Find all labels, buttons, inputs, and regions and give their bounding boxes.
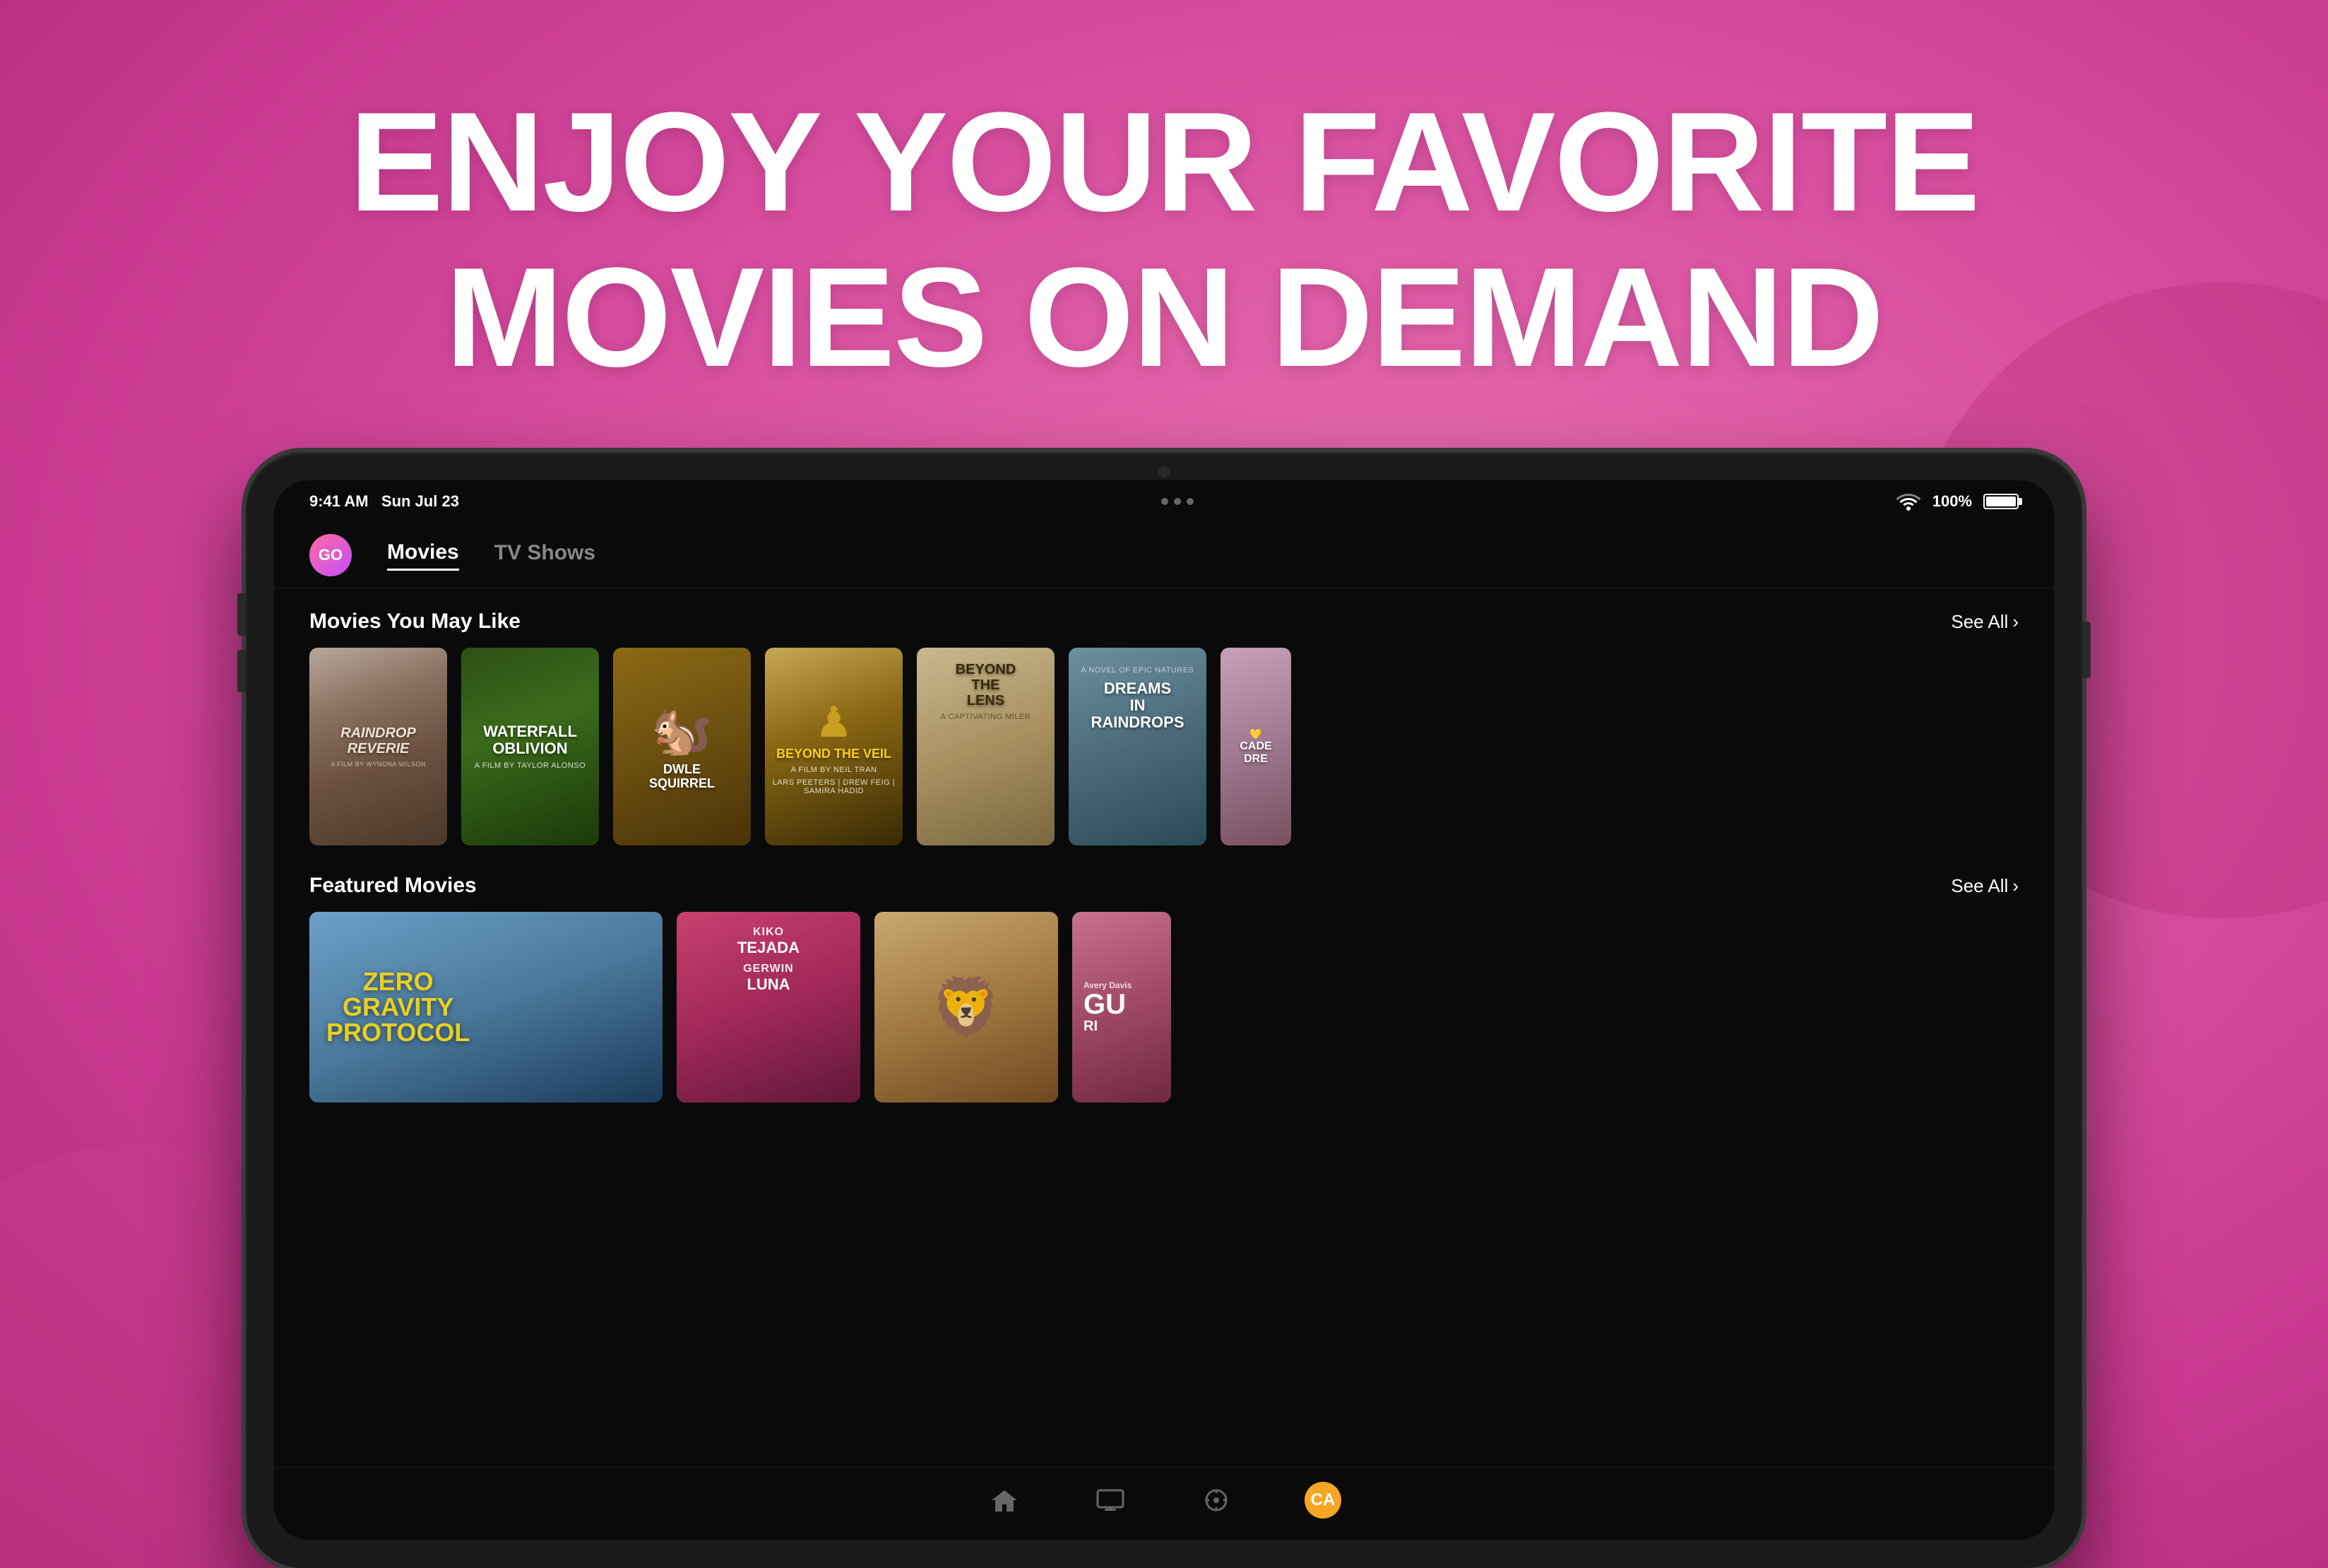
- volume-up-button[interactable]: [237, 593, 246, 636]
- tablet-device: 9:41 AM Sun Jul 23: [246, 452, 2082, 1568]
- movies-you-may-like-header: Movies You May Like See All ›: [309, 610, 2019, 634]
- tablet-screen: 9:41 AM Sun Jul 23: [274, 480, 2054, 1540]
- movie-card-cade[interactable]: 💛 CADEDRE: [1221, 648, 1291, 845]
- bottom-nav-profile[interactable]: CA: [1305, 1482, 1341, 1519]
- dot1: [1161, 498, 1168, 505]
- movies-you-may-like-title: Movies You May Like: [309, 610, 521, 634]
- movie-card-beyond-veil[interactable]: ♟ BEYOND THE VEIL A FILM BY NEIL TRAN LA…: [765, 648, 903, 845]
- featured-card-lion[interactable]: 🦁: [874, 912, 1058, 1103]
- bottom-nav-home[interactable]: [987, 1483, 1022, 1518]
- featured-card-kiko[interactable]: KIKO TEJADA GERWIN LUNA: [677, 912, 860, 1103]
- dot3: [1187, 498, 1194, 505]
- status-bar: 9:41 AM Sun Jul 23: [274, 480, 2054, 523]
- featured-card-zero-gravity[interactable]: ZEROGRAVITYPROTOCOL: [309, 912, 663, 1103]
- front-camera: [1158, 466, 1170, 477]
- power-button[interactable]: [2082, 622, 2091, 678]
- see-all-movies-button[interactable]: See All ›: [1951, 611, 2019, 633]
- wifi-icon: [1896, 492, 1921, 511]
- featured-movies-title: Featured Movies: [309, 874, 477, 898]
- hero-line2: MOVIES ON DEMAND: [446, 239, 1883, 396]
- movies-icon: [1199, 1483, 1234, 1518]
- see-all-featured-button[interactable]: See All ›: [1951, 875, 2019, 897]
- volume-down-button[interactable]: [237, 650, 246, 692]
- featured-movies-row: ZEROGRAVITYPROTOCOL KIKO TEJADA GERWIN L…: [309, 912, 2019, 1103]
- tablet-frame: 9:41 AM Sun Jul 23: [246, 452, 2082, 1568]
- dot2: [1174, 498, 1181, 505]
- movie-card-raindrop[interactable]: RaindropReverie A FILM BY WYNONA WILSON: [309, 648, 447, 845]
- battery-percent: 100%: [1932, 492, 1972, 511]
- battery-indicator: [1983, 494, 2019, 509]
- movies-you-may-like-row: RaindropReverie A FILM BY WYNONA WILSON …: [309, 648, 2019, 845]
- movie-card-waterfall[interactable]: WATERFALLOBLIVION A FILM BY TAYLOR ALONS…: [461, 648, 599, 845]
- hero-line1: ENJOY YOUR FAVORITE: [349, 83, 1978, 241]
- featured-card-avery[interactable]: Avery Davis GU RI: [1072, 912, 1171, 1103]
- movie-card-beyond-lens[interactable]: BEYONDTHELENS A CAPTIVATING MILER: [917, 648, 1055, 845]
- status-right: 100%: [1896, 492, 2019, 511]
- movie-card-squirrel[interactable]: 🐿️ DWLESQUIRREL: [613, 648, 751, 845]
- status-time-date: 9:41 AM Sun Jul 23: [309, 492, 459, 511]
- status-center-dots: [1161, 498, 1194, 505]
- chevron-right-icon: ›: [2012, 611, 2019, 633]
- profile-icon: CA: [1305, 1482, 1341, 1519]
- app-logo[interactable]: GO: [309, 534, 352, 576]
- featured-movies-header: Featured Movies See All ›: [309, 874, 2019, 898]
- nav-bar: GO Movies TV Shows: [274, 523, 2054, 588]
- status-date: Sun Jul 23: [381, 492, 459, 510]
- content-area: Movies You May Like See All › RaindropRe…: [274, 588, 2054, 1467]
- hero-section: ENJOY YOUR FAVORITE MOVIES ON DEMAND: [349, 85, 1978, 396]
- tv-icon: [1093, 1483, 1128, 1518]
- movie-card-dreams[interactable]: A NOVEL OF EPIC NATURES DREAMSINRAINDROP…: [1069, 648, 1206, 845]
- chevron-right-featured-icon: ›: [2012, 875, 2019, 897]
- bottom-navigation: CA: [274, 1467, 2054, 1540]
- bottom-nav-movies[interactable]: [1199, 1483, 1234, 1518]
- status-time: 9:41 AM: [309, 492, 369, 510]
- home-icon: [987, 1483, 1022, 1518]
- nav-movies[interactable]: Movies: [387, 540, 459, 571]
- nav-tv-shows[interactable]: TV Shows: [494, 541, 595, 569]
- bottom-nav-tv[interactable]: [1093, 1483, 1128, 1518]
